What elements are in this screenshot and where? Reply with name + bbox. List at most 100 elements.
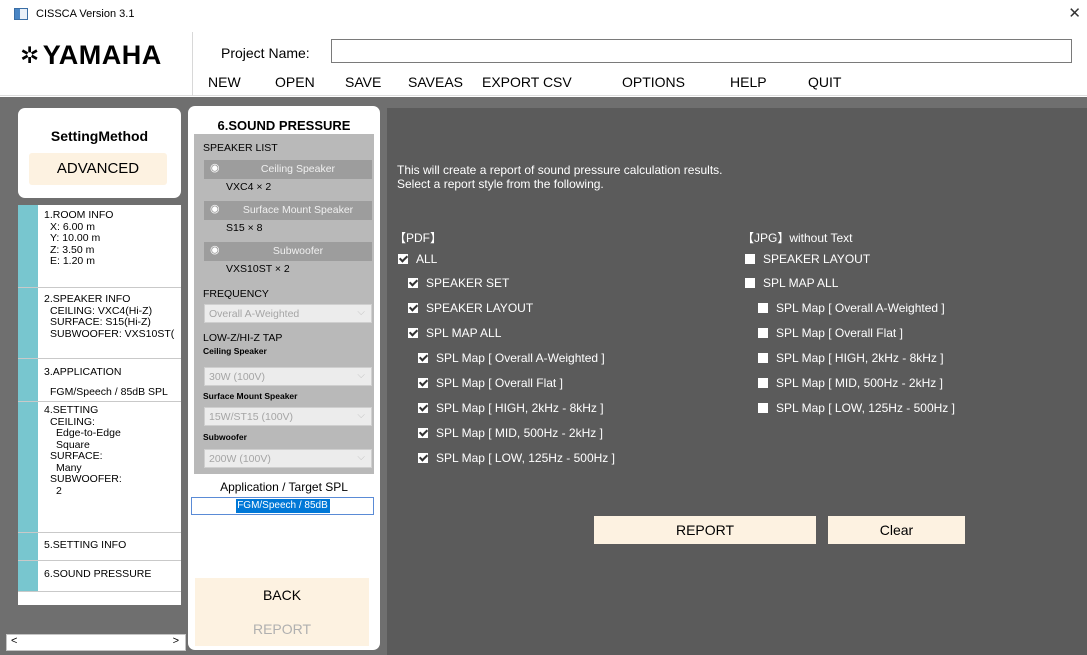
speaker-name: Surface Mount Speaker — [242, 204, 354, 216]
checkbox-label: SPL Map [ HIGH, 2kHz - 8kHz ] — [436, 401, 604, 415]
speaker-row-surface[interactable]: ◉ Surface Mount Speaker — [204, 201, 372, 220]
intro-line-1: This will create a report of sound press… — [397, 163, 723, 177]
jpg-checkbox-spl-mid[interactable]: SPL Map [ MID, 500Hz - 2kHz ] — [758, 376, 943, 390]
menu-open[interactable]: OPEN — [275, 74, 315, 90]
step-room-info[interactable]: 1.ROOM INFO X: 6.00 m Y: 10.00 m Z: 3.50… — [18, 205, 181, 288]
checkbox-label: SPEAKER SET — [426, 276, 510, 290]
header: ✲ YAMAHA Project Name: NEW OPEN SAVE SAV… — [0, 32, 1087, 96]
project-name-label: Project Name: — [221, 45, 310, 61]
speaker-row-subwoofer[interactable]: ◉ Subwoofer — [204, 242, 372, 261]
clear-button[interactable]: Clear — [828, 516, 965, 544]
sound-pressure-panel: 6.SOUND PRESSURE SPEAKER LIST ◉ Ceiling … — [188, 106, 380, 650]
jpg-checkbox-speaker-layout[interactable]: SPEAKER LAYOUT — [745, 252, 870, 266]
application-value: FGM/Speech / 85dB SPL — [50, 385, 168, 398]
menu-saveas[interactable]: SAVEAS — [408, 74, 463, 90]
setting-method-title: SettingMethod — [50, 128, 149, 144]
tap-subwoofer-label: Subwoofer — [203, 432, 247, 442]
checkbox-unchecked-icon — [758, 353, 768, 363]
jpg-checkbox-spl-map-all[interactable]: SPL MAP ALL — [745, 276, 838, 290]
tap-ceiling-select[interactable]: 30W (100V) ⌵ — [204, 367, 372, 386]
yamaha-logo: ✲ YAMAHA — [20, 36, 162, 74]
eye-icon[interactable]: ◉ — [210, 161, 220, 174]
pdf-checkbox-speaker-layout[interactable]: SPEAKER LAYOUT — [408, 301, 533, 315]
checkbox-unchecked-icon — [745, 254, 755, 264]
app-target-value: FGM/Speech / 85dB — [235, 499, 330, 513]
scroll-right-icon[interactable]: > — [173, 635, 179, 647]
step-marker — [18, 205, 38, 287]
tap-ceiling-label: Ceiling Speaker — [203, 346, 267, 356]
step-setting[interactable]: 4.SETTING CEILING: Edge-to-Edge Square S… — [18, 402, 181, 533]
step-list: 1.ROOM INFO X: 6.00 m Y: 10.00 m Z: 3.50… — [18, 205, 181, 605]
step-marker — [18, 402, 38, 532]
eye-icon[interactable]: ◉ — [210, 202, 220, 215]
speaker-name: Ceiling Speaker — [260, 163, 336, 175]
pdf-checkbox-spl-mid[interactable]: SPL Map [ MID, 500Hz - 2kHz ] — [418, 426, 603, 440]
speaker-row-ceiling[interactable]: ◉ Ceiling Speaker — [204, 160, 372, 179]
tap-surface-select[interactable]: 15W/ST15 (100V) ⌵ — [204, 407, 372, 426]
eye-icon[interactable]: ◉ — [210, 243, 220, 256]
room-e: E: 1.20 m — [50, 255, 95, 267]
checkbox-label: ALL — [416, 252, 438, 266]
checkbox-label: SPL Map [ MID, 500Hz - 2kHz ] — [436, 426, 603, 440]
pdf-checkbox-spl-map-all[interactable]: SPL MAP ALL — [408, 326, 501, 340]
jpg-checkbox-spl-high[interactable]: SPL Map [ HIGH, 2kHz - 8kHz ] — [758, 351, 944, 365]
close-icon[interactable]: ✕ — [1068, 4, 1081, 22]
speaker-value: VXC4 × 2 — [226, 181, 272, 193]
back-button[interactable]: BACK — [195, 578, 369, 612]
step-speaker-info[interactable]: 2.SPEAKER INFO CEILING: VXC4(Hi-Z) SURFA… — [18, 288, 181, 359]
speaker-value: S15 × 8 — [226, 222, 263, 234]
menu-quit[interactable]: QUIT — [808, 74, 841, 90]
jpg-checkbox-spl-overall-flat[interactable]: SPL Map [ Overall Flat ] — [758, 326, 903, 340]
pdf-checkbox-speaker-set[interactable]: SPEAKER SET — [408, 276, 509, 290]
checkbox-checked-icon — [408, 328, 418, 338]
checkbox-label: SPEAKER LAYOUT — [763, 252, 871, 266]
horizontal-scrollbar[interactable]: < > — [6, 634, 186, 651]
pdf-checkbox-spl-overall-a[interactable]: SPL Map [ Overall A-Weighted ] — [418, 351, 605, 365]
chevron-down-icon: ⌵ — [357, 307, 365, 318]
tap-surface-label: Surface Mount Speaker — [203, 391, 298, 401]
report-button[interactable]: REPORT — [594, 516, 816, 544]
step-application[interactable]: 3.APPLICATION FGM/Speech / 85dB SPL — [18, 359, 181, 402]
checkbox-checked-icon — [418, 403, 428, 413]
step-marker — [18, 561, 38, 591]
step-title: 4.SETTING — [44, 404, 99, 416]
checkbox-checked-icon — [418, 378, 428, 388]
pdf-checkbox-spl-low[interactable]: SPL Map [ LOW, 125Hz - 500Hz ] — [418, 451, 615, 465]
tap-subwoofer-select[interactable]: 200W (100V) ⌵ — [204, 449, 372, 468]
checkbox-label: SPL Map [ Overall Flat ] — [436, 376, 563, 390]
pdf-checkbox-all[interactable]: ALL — [398, 252, 437, 266]
frequency-select[interactable]: Overall A-Weighted ⌵ — [204, 304, 372, 323]
checkbox-unchecked-icon — [758, 403, 768, 413]
checkbox-label: SPL MAP ALL — [763, 276, 839, 290]
checkbox-checked-icon — [418, 428, 428, 438]
tap-ceiling-value: 30W (100V) — [209, 371, 266, 383]
project-name-input[interactable] — [331, 39, 1072, 63]
frequency-value: Overall A-Weighted — [209, 308, 300, 320]
menu-save[interactable]: SAVE — [345, 74, 381, 90]
step-title: 5.SETTING INFO — [44, 539, 127, 551]
report-button-disabled: REPORT — [195, 612, 369, 646]
advanced-mode-button[interactable]: ADVANCED — [29, 153, 167, 185]
speaker-subwoofer: SUBWOOFER: VXS10ST( — [50, 327, 175, 340]
checkbox-unchecked-icon — [758, 378, 768, 388]
step-setting-info[interactable]: 5.SETTING INFO — [18, 533, 181, 561]
pdf-checkbox-spl-high[interactable]: SPL Map [ HIGH, 2kHz - 8kHz ] — [418, 401, 604, 415]
step-sound-pressure[interactable]: 6.SOUND PRESSURE — [18, 561, 181, 592]
scroll-left-icon[interactable]: < — [11, 635, 17, 647]
jpg-checkbox-spl-low[interactable]: SPL Map [ LOW, 125Hz - 500Hz ] — [758, 401, 955, 415]
setting-subwoofer-value: 2 — [56, 484, 62, 497]
speaker-value: VXS10ST × 2 — [226, 263, 290, 275]
jpg-checkbox-spl-overall-a[interactable]: SPL Map [ Overall A-Weighted ] — [758, 301, 945, 315]
menu-help[interactable]: HELP — [730, 74, 767, 90]
menu-new[interactable]: NEW — [208, 74, 241, 90]
chevron-down-icon: ⌵ — [357, 410, 365, 421]
app-icon — [14, 8, 28, 20]
checkbox-label: SPL Map [ MID, 500Hz - 2kHz ] — [776, 376, 943, 390]
menu-options[interactable]: OPTIONS — [622, 74, 685, 90]
logo-text: YAMAHA — [42, 39, 162, 70]
checkbox-checked-icon — [408, 278, 418, 288]
menu-export-csv[interactable]: EXPORT CSV — [482, 74, 572, 90]
speaker-surface: SURFACE: S15(Hi-Z) — [50, 316, 151, 328]
pdf-checkbox-spl-overall-flat[interactable]: SPL Map [ Overall Flat ] — [418, 376, 563, 390]
app-target-field[interactable]: FGM/Speech / 85dB — [191, 497, 374, 515]
